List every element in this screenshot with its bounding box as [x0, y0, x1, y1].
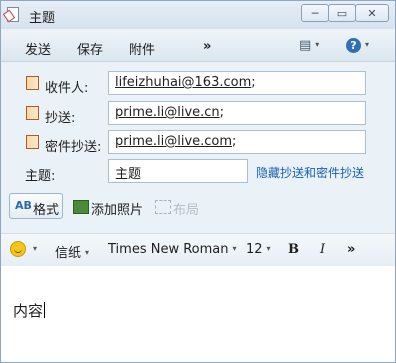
bcc-label: 密件抄送:	[45, 140, 102, 155]
subject-label: 主题:	[25, 169, 56, 184]
address-book-icon[interactable]	[26, 76, 39, 90]
format-toolbar: ▾ 信纸 ▾ Times New Roman ▾ 12 ▾ B I »	[1, 233, 395, 267]
body-text[interactable]: 内容	[13, 300, 46, 321]
address-book-icon[interactable]	[26, 106, 39, 120]
more-toolbar-button[interactable]: »	[203, 39, 211, 54]
save-button[interactable]: 保存	[77, 39, 103, 58]
emoticon-caret-icon[interactable]: ▾	[29, 242, 37, 257]
to-label: 收件人:	[45, 81, 89, 96]
cc-address: prime.li@live.cn	[115, 105, 220, 120]
hide-cc-bcc-link[interactable]: 隐藏抄送和密件抄送	[256, 164, 364, 181]
emoticon-icon[interactable]	[10, 241, 26, 257]
address-book-icon[interactable]	[26, 135, 39, 149]
to-address: lifeizhuhai@163.com	[115, 75, 252, 90]
cc-label: 抄送:	[45, 111, 76, 126]
add-photo-button[interactable]: 添加照片	[91, 199, 143, 218]
minimize-button[interactable]: ─	[301, 4, 329, 22]
bcc-field[interactable]: prime.li@live.com;	[108, 130, 366, 154]
add-photo-icon[interactable]	[73, 200, 89, 214]
format-label: 格式	[33, 203, 60, 218]
format-button[interactable]: AB 格式	[9, 193, 63, 219]
send-button[interactable]: 发送	[25, 39, 51, 58]
title-bar: 主题 ─ ▭ ✕	[1, 1, 395, 29]
font-dropdown[interactable]: Times New Roman ▾	[108, 242, 237, 257]
to-row: 收件人: lifeizhuhai@163.com;	[1, 71, 395, 97]
layout-button: 布局	[173, 203, 200, 218]
stationery-dropdown[interactable]: 信纸 ▾	[55, 242, 89, 261]
clipboard-icon[interactable]: ▤ ▾	[299, 38, 319, 53]
subject-field[interactable]: 主题	[108, 159, 248, 183]
action-bar: AB 格式 添加照片 布局	[1, 188, 395, 224]
help-icon[interactable]: ? ▾	[346, 38, 369, 53]
close-button[interactable]: ✕	[355, 4, 389, 22]
font-label: Times New Roman	[108, 242, 229, 257]
compose-window: 主题 ─ ▭ ✕ 发送 保存 附件 » ▤ ▾ ? ▾ 收件人: lifeizhuh…	[0, 0, 396, 363]
size-dropdown[interactable]: 12 ▾	[246, 242, 271, 257]
bcc-row: 密件抄送: prime.li@live.com;	[1, 130, 395, 156]
message-body[interactable]: 内容	[1, 266, 395, 362]
text-cursor	[44, 302, 46, 318]
cc-field[interactable]: prime.li@live.cn;	[108, 101, 366, 125]
size-label: 12	[246, 242, 263, 257]
more-format-button[interactable]: »	[347, 242, 355, 257]
subject-row: 主题: 主题 隐藏抄送和密件抄送	[1, 159, 395, 185]
cc-separator: ;	[219, 105, 225, 120]
maximize-button[interactable]: ▭	[328, 4, 356, 22]
layout-icon	[155, 200, 171, 214]
italic-button[interactable]: I	[320, 242, 325, 257]
compose-app-icon	[7, 7, 19, 22]
window-title: 主题	[29, 11, 56, 26]
bcc-separator: ;	[232, 134, 237, 149]
format-icon: AB	[15, 199, 32, 212]
main-toolbar: 发送 保存 附件 » ▤ ▾ ? ▾	[1, 31, 395, 62]
window-controls: ─ ▭ ✕	[301, 4, 389, 22]
attach-button[interactable]: 附件	[129, 39, 155, 58]
bcc-address: prime.li@live.com	[115, 134, 233, 149]
bold-button[interactable]: B	[288, 242, 299, 257]
body-text-value: 内容	[13, 302, 44, 320]
cc-row: 抄送: prime.li@live.cn;	[1, 101, 395, 127]
to-field[interactable]: lifeizhuhai@163.com;	[108, 71, 366, 95]
to-separator: ;	[251, 75, 256, 90]
stationery-label: 信纸	[55, 246, 82, 261]
